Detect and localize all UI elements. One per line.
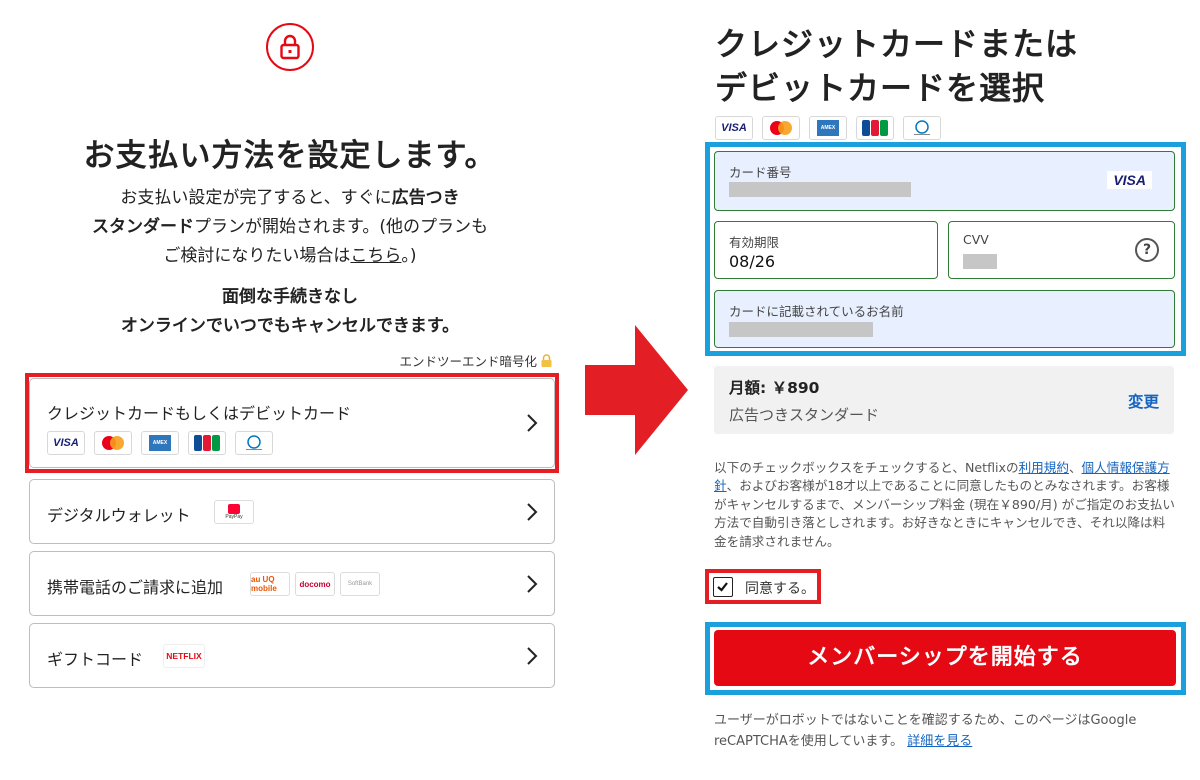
card-form-title: クレジットカードまたは デビットカードを選択: [715, 25, 1079, 107]
recaptcha-note: ユーザーがロボットではないことを確認するため、このページはGoogle reCA…: [714, 713, 1137, 749]
redacted-cvv: [963, 254, 997, 269]
padlock-icon: [541, 354, 552, 367]
cancel-note: 面倒な手続きなし オンラインでいつでもキャンセルできます。: [120, 287, 460, 336]
chevron-right-icon: [527, 502, 538, 521]
visa-logo: VISA: [715, 116, 753, 140]
option-digital-wallet[interactable]: デジタルウォレット PayPay: [29, 479, 555, 544]
agree-checkbox[interactable]: [713, 577, 733, 597]
option-gift-code[interactable]: ギフトコード NETFLIX: [29, 623, 555, 688]
softbank-logo: SoftBank: [340, 572, 380, 596]
netflix-logo: NETFLIX: [163, 644, 205, 668]
plan-price: 月額: ￥890: [729, 379, 820, 397]
cvv-field[interactable]: CVV ?: [948, 221, 1175, 279]
lock-icon: [266, 23, 314, 71]
cardholder-name-field[interactable]: カードに記載されているお名前: [714, 290, 1175, 348]
mastercard-logo: [762, 116, 800, 140]
option-carrier-billing[interactable]: 携帯電話のご請求に追加 au UQ mobile docomo SoftBank: [29, 551, 555, 616]
plan-description: お支払い設定が完了すると、すぐに広告つき スタンダードプランが開始されます。(他…: [92, 188, 488, 266]
redacted-card-number: [729, 182, 911, 197]
amex-logo: AMEX: [809, 116, 847, 140]
terms-of-use-link[interactable]: 利用規約: [1019, 460, 1069, 475]
page-title: お支払い方法を設定します。: [83, 138, 497, 174]
chevron-right-icon: [527, 574, 538, 593]
terms-text: 以下のチェックボックスをチェックすると、Netflixの利用規約、個人情報保護方…: [714, 460, 1175, 549]
agree-label[interactable]: 同意する。: [745, 578, 815, 598]
checkmark-icon: [717, 582, 728, 592]
highlight-frame: [25, 373, 559, 473]
card-number-field[interactable]: カード番号 VISA: [714, 151, 1175, 211]
plan-name: 広告つきスタンダード: [729, 406, 880, 424]
option-label: デジタルウォレット: [47, 506, 191, 525]
other-plans-link[interactable]: こちら: [350, 246, 401, 266]
encryption-label: エンドツーエンド暗号化: [399, 351, 552, 370]
jcb-logo: [856, 116, 894, 140]
plan-summary: 月額: ￥890 広告つきスタンダード 変更: [714, 366, 1174, 434]
arrow-right-icon: [585, 325, 688, 455]
docomo-logo: docomo: [295, 572, 335, 596]
change-plan-link[interactable]: 変更: [1128, 390, 1159, 412]
option-label: ギフトコード: [47, 650, 144, 669]
chevron-right-icon: [527, 646, 538, 665]
visa-badge: VISA: [1107, 171, 1152, 189]
redacted-name: [729, 322, 873, 337]
start-membership-button[interactable]: メンバーシップを開始する: [714, 630, 1176, 686]
expiry-field[interactable]: 有効期限 08/26: [714, 221, 938, 279]
option-label: 携帯電話のご請求に追加: [47, 578, 224, 597]
cvv-help-icon[interactable]: ?: [1135, 238, 1159, 262]
learn-more-link[interactable]: 詳細を見る: [907, 734, 972, 749]
paypay-logo: PayPay: [214, 500, 254, 524]
au-logo: au UQ mobile: [250, 572, 290, 596]
diners-logo: [903, 116, 941, 140]
